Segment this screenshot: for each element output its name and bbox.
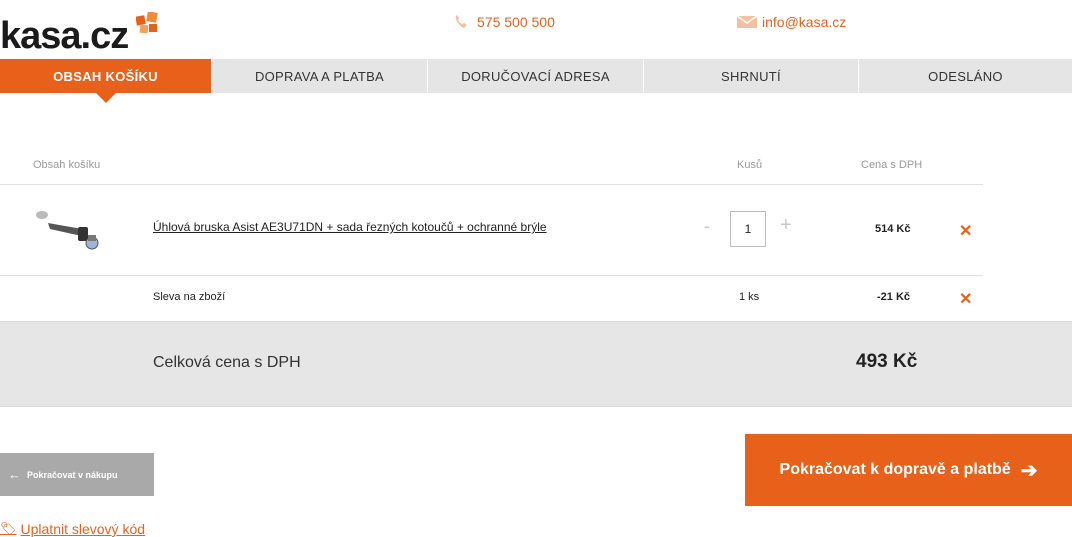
phone-number: 575 500 500 <box>477 14 555 30</box>
qty-increase-button[interactable]: + <box>780 214 792 237</box>
arrow-right-icon: ➔ <box>1020 459 1038 482</box>
logo-icon <box>136 12 158 34</box>
step-shipping-payment[interactable]: DOPRAVA A PLATBA <box>212 59 428 93</box>
remove-discount-icon[interactable]: ✕ <box>959 289 972 309</box>
continue-to-shipping-button[interactable]: Pokračovat k dopravě a platbě ➔ <box>745 434 1072 506</box>
discount-price: -21 Kč <box>877 291 911 303</box>
checkout-steps: OBSAH KOŠÍKU DOPRAVA A PLATBA DORUČOVACÍ… <box>0 59 1072 103</box>
phone-contact[interactable]: 575 500 500 <box>453 14 555 30</box>
tag-icon: 🏷 <box>0 521 17 536</box>
continue-shopping-label: Pokračovat v nákupu <box>27 469 118 480</box>
apply-coupon-label: Uplatnit slevový kód <box>20 521 146 537</box>
header-qty: Kusů <box>737 159 763 171</box>
divider <box>0 184 983 185</box>
header-price: Cena s DPH <box>861 159 923 171</box>
remove-item-icon[interactable]: ✕ <box>959 221 972 241</box>
item-price: 514 Kč <box>875 223 911 235</box>
apply-coupon-link[interactable]: 🏷 Uplatnit slevový kód <box>0 521 145 537</box>
step-sent[interactable]: ODESLÁNO <box>859 59 1072 93</box>
total-value: 493 Kč <box>856 351 918 372</box>
logo[interactable]: kasa.cz <box>0 14 129 58</box>
continue-to-shipping-label: Pokračovat k dopravě a platbě <box>779 461 1011 478</box>
quantity-input[interactable]: 1 <box>730 211 766 247</box>
qty-decrease-button[interactable]: - <box>704 216 710 237</box>
step-cart[interactable]: OBSAH KOŠÍKU <box>0 59 212 103</box>
email-address: info@kasa.cz <box>762 14 847 30</box>
email-contact[interactable]: info@kasa.cz <box>736 14 846 30</box>
total-label: Celková cena s DPH <box>153 354 301 371</box>
product-thumbnail[interactable] <box>34 207 104 251</box>
discount-qty: 1 ks <box>739 291 760 303</box>
step-delivery-address[interactable]: DORUČOVACÍ ADRESA <box>428 59 644 93</box>
header-content: Obsah košíku <box>33 159 101 171</box>
divider <box>0 275 983 276</box>
phone-icon <box>455 15 467 28</box>
product-link[interactable]: Úhlová bruska Asist AE3U71DN + sada řezn… <box>153 220 547 234</box>
step-summary[interactable]: SHRNUTÍ <box>644 59 859 93</box>
continue-shopping-button[interactable]: ← Pokračovat v nákupu <box>0 453 154 496</box>
arrow-left-icon: ← <box>8 467 21 482</box>
email-icon <box>736 15 758 28</box>
discount-label: Sleva na zboží <box>153 291 226 303</box>
